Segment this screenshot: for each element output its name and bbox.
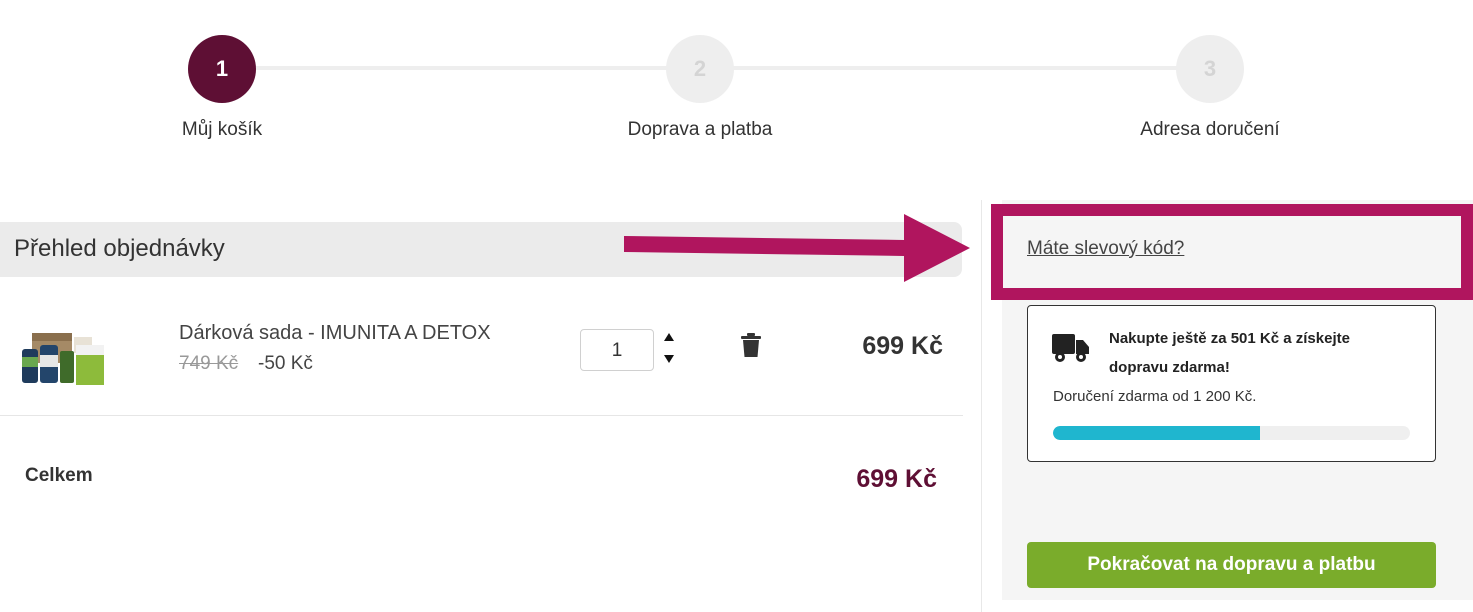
- sidebar-divider: [981, 200, 982, 612]
- free-shipping-progress-bar: [1053, 426, 1410, 440]
- discount-amount: -50 Kč: [258, 353, 313, 374]
- free-shipping-threshold: Doručení zdarma od 1 200 Kč.: [1053, 388, 1257, 405]
- continue-to-shipping-button[interactable]: Pokračovat na dopravu a platbu: [1027, 542, 1436, 588]
- step-shipping-payment[interactable]: 2 Doprava a platba: [580, 35, 820, 141]
- original-price: 749 Kč: [179, 353, 239, 374]
- total-value: 699 Kč: [856, 465, 937, 493]
- step-delivery-address[interactable]: 3 Adresa doručení: [1090, 35, 1330, 141]
- step-number: 2: [666, 35, 734, 103]
- progress-fill: [1053, 426, 1261, 440]
- step-number: 1: [188, 35, 256, 103]
- quantity-increase-icon[interactable]: [662, 331, 676, 343]
- free-shipping-card: Nakupte ještě za 501 Kč a získejte dopra…: [1027, 305, 1436, 462]
- quantity-input[interactable]: 1: [580, 329, 654, 371]
- step-cart[interactable]: 1 Můj košík: [102, 35, 342, 141]
- cart-item-row: Dárková sada - IMUNITA A DETOX 749 Kč -5…: [0, 300, 963, 416]
- coupon-code-link[interactable]: Máte slevový kód?: [1027, 238, 1184, 260]
- item-price: 699 Kč: [862, 332, 943, 360]
- checkout-stepper: 1 Můj košík 2 Doprava a platba 3 Adresa …: [0, 0, 1473, 160]
- quantity-decrease-icon[interactable]: [662, 353, 676, 365]
- trash-icon[interactable]: [740, 332, 762, 358]
- highlight-arrow-icon: [624, 214, 970, 282]
- order-summary-title: Přehled objednávky: [14, 235, 225, 262]
- step-number: 3: [1176, 35, 1244, 103]
- step-label: Adresa doručení: [1140, 119, 1280, 140]
- step-label: Můj košík: [181, 119, 263, 140]
- truck-icon: [1052, 334, 1089, 362]
- free-shipping-headline: Nakupte ještě za 501 Kč a získejte dopra…: [1109, 330, 1350, 376]
- product-image[interactable]: [18, 327, 108, 387]
- total-label: Celkem: [25, 465, 93, 486]
- step-label: Doprava a platba: [627, 119, 773, 140]
- product-name[interactable]: Dárková sada - IMUNITA A DETOX: [179, 322, 491, 345]
